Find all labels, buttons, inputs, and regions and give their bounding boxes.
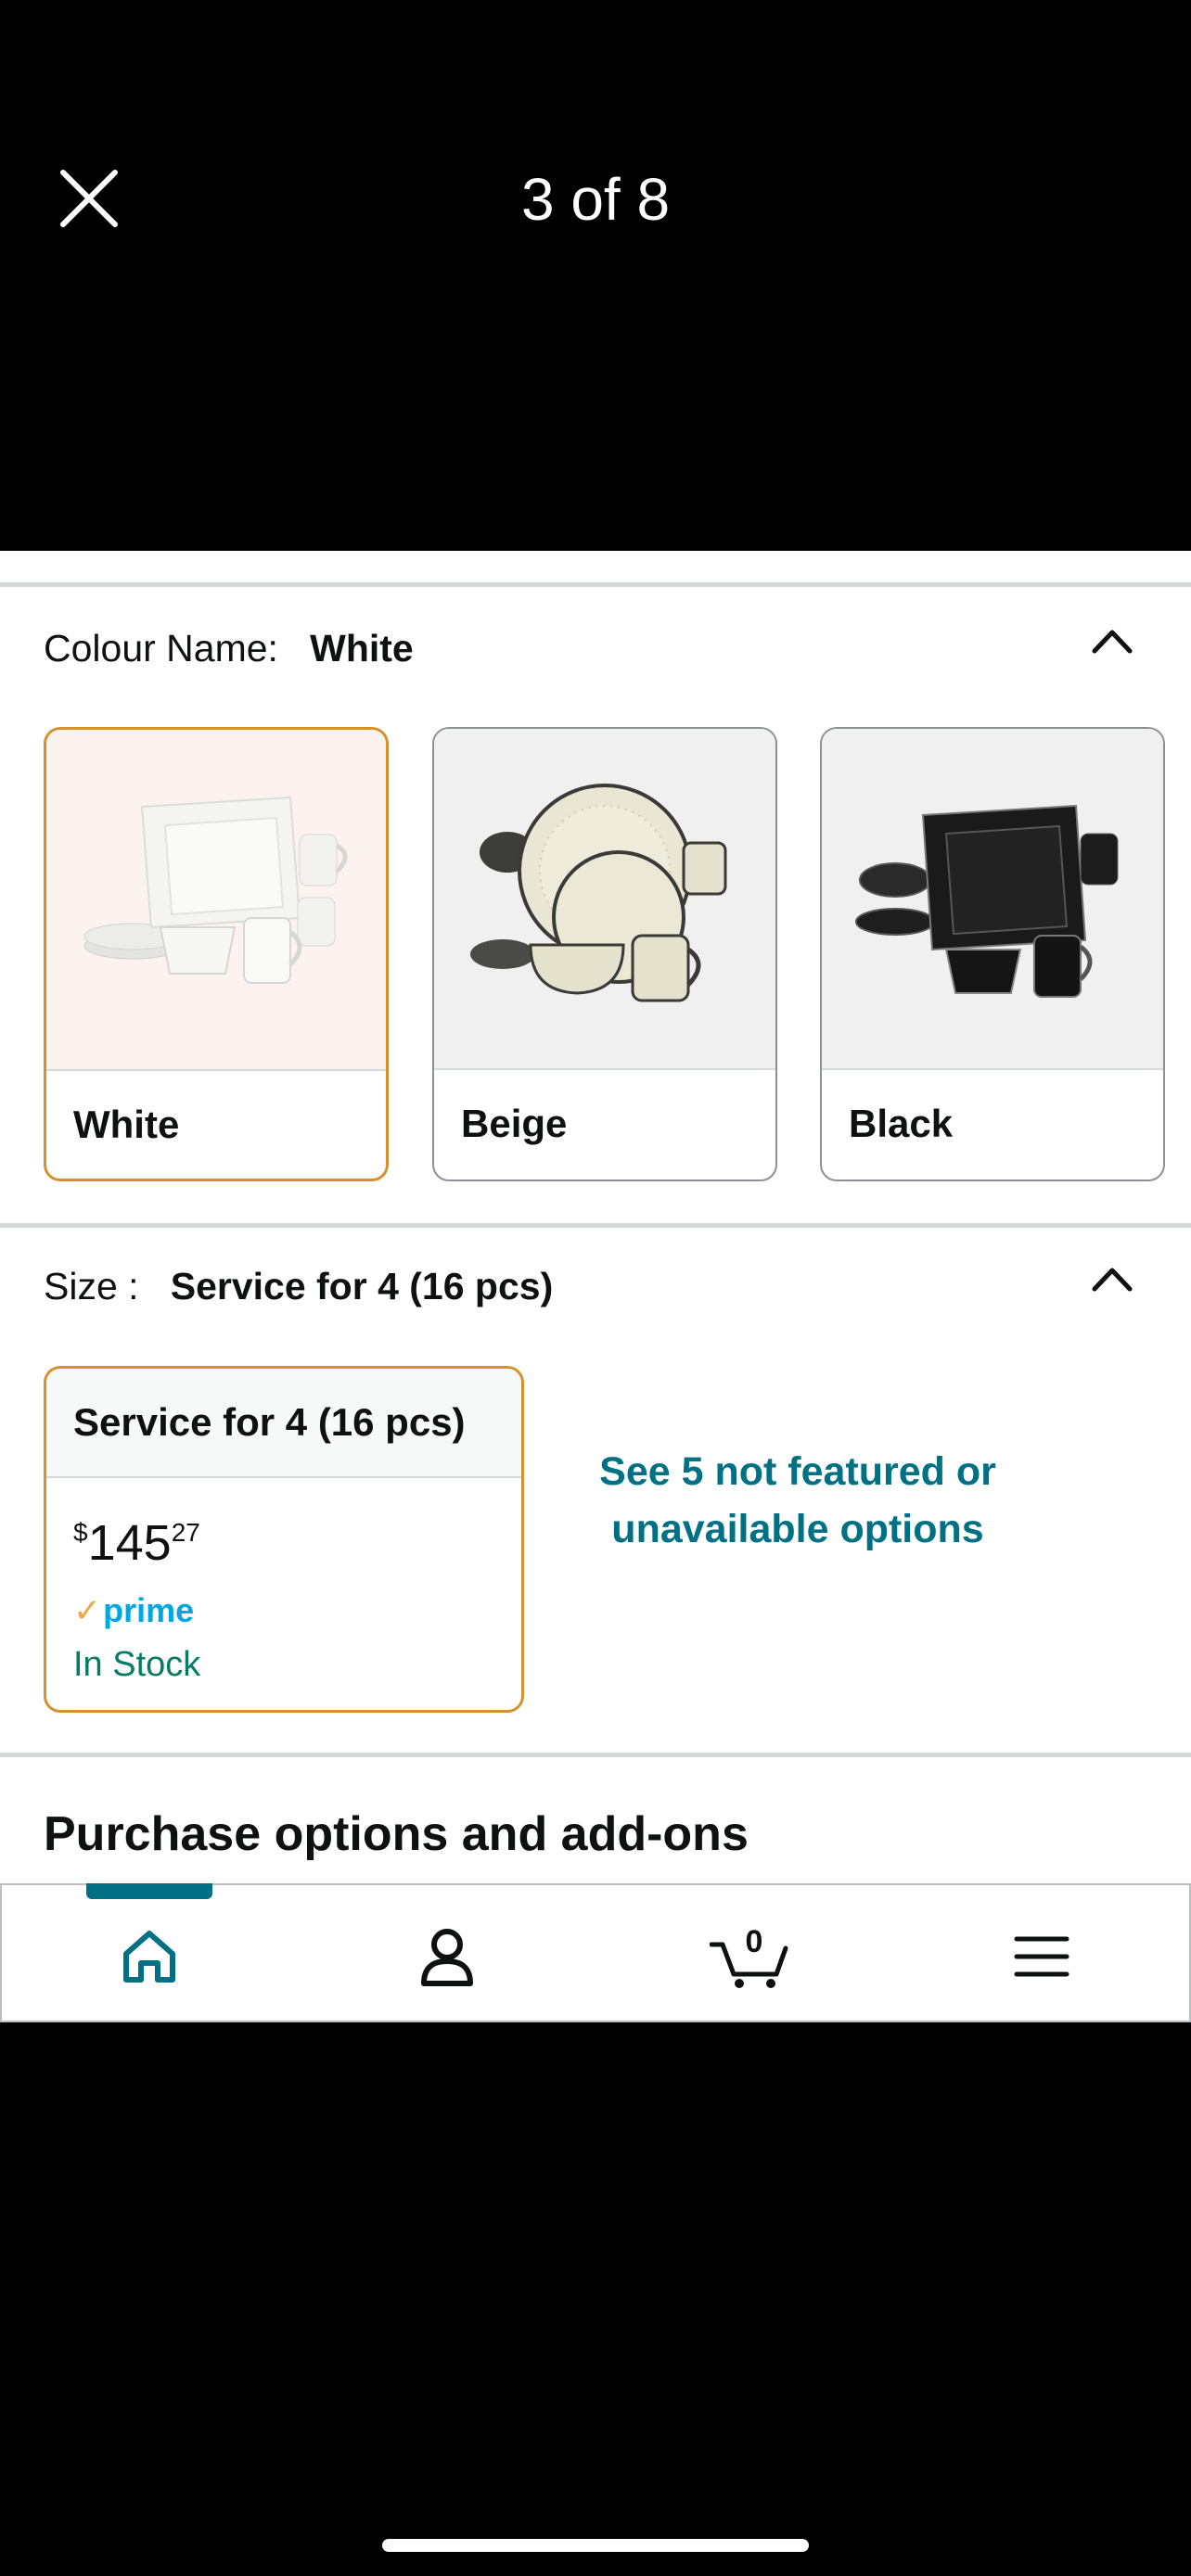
beige-dinnerware-image [434,729,775,1070]
size-option-title: Service for 4 (16 pcs) [46,1369,521,1478]
nav-cart[interactable]: 0 [709,1924,793,1989]
black-dinnerware-image [822,729,1163,1070]
swatch-white[interactable]: White [44,727,389,1181]
collapse-colour-chevron-up-icon[interactable] [1091,627,1133,655]
divider [0,1753,1191,1757]
price-whole: 145 [87,1515,172,1571]
purchase-options-heading: Purchase options and add-ons [44,1807,749,1861]
price-fraction: 27 [171,1518,200,1547]
menu-icon [1014,1936,1069,1977]
collapse-size-chevron-up-icon[interactable] [1091,1265,1133,1293]
nav-menu[interactable] [1009,1924,1074,1989]
home-icon [123,1931,175,1983]
prime-check-icon: ✓ [73,1591,102,1629]
image-counter: 3 of 8 [520,166,671,233]
see-more-options-link[interactable]: See 5 not featured or unavailable option… [575,1443,1020,1558]
nav-home[interactable] [117,1924,182,1989]
size-option-card[interactable]: Service for 4 (16 pcs) $14527 ✓ prime In… [44,1366,524,1713]
availability-status: In Stock [73,1645,201,1684]
cart-count: 0 [746,1924,763,1959]
swatch-label-black: Black [849,1102,954,1145]
swatch-black[interactable]: Black [820,727,1165,1181]
account-icon [421,1929,473,1986]
divider [0,582,1191,587]
price: $14527 [73,1514,200,1572]
price-currency: $ [73,1518,88,1547]
colour-label: Colour Name: [44,627,278,670]
home-indicator[interactable] [382,2539,809,2552]
prime-label: prime [103,1591,195,1629]
size-selected-value: Service for 4 (16 pcs) [170,1265,554,1307]
active-tab-indicator [86,1883,212,1899]
size-label: Size : [44,1265,139,1307]
prime-badge: ✓ prime [73,1591,194,1630]
nav-account[interactable] [415,1924,480,1989]
swatch-label-white: White [73,1103,180,1146]
product-options-sheet: Colour Name: White White Beige Black Siz… [0,551,1191,2021]
divider [0,1223,1191,1228]
white-dinnerware-image [46,730,386,1071]
colour-selected-value: White [310,627,414,670]
colour-row-label: Colour Name: White [44,627,414,670]
swatch-beige[interactable]: Beige [432,727,777,1181]
swatch-label-beige: Beige [461,1102,568,1145]
size-row-label: Size : Service for 4 (16 pcs) [44,1265,553,1308]
cart-icon: 0 [709,1924,788,1988]
